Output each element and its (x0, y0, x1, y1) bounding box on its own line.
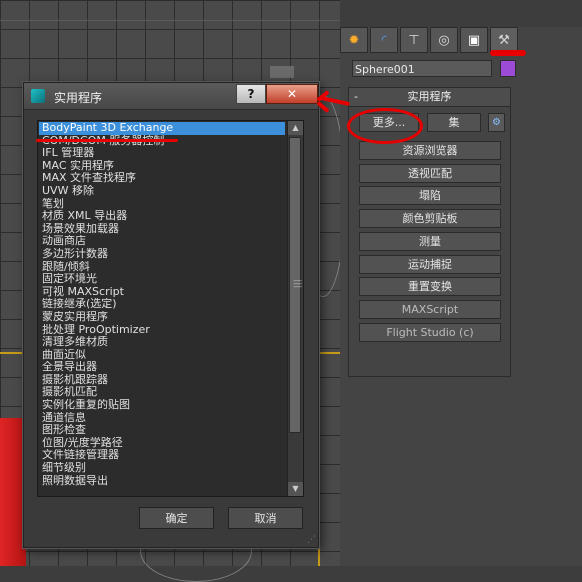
cancel-button[interactable]: 取消 (228, 507, 303, 529)
list-item[interactable]: 细节级别 (39, 462, 285, 475)
object-color-swatch[interactable] (500, 60, 516, 77)
arc-icon: ◜ (381, 32, 387, 48)
list-item[interactable]: IFL 管理器 (39, 147, 285, 160)
list-item[interactable]: UVW 移除 (39, 185, 285, 198)
list-item[interactable]: 批处理 ProOptimizer (39, 324, 285, 337)
list-item[interactable]: 固定环境光 (39, 273, 285, 286)
list-item[interactable]: 笔划 (39, 198, 285, 211)
list-item[interactable]: 跟随/倾斜 (39, 261, 285, 274)
list-item[interactable]: 曲面近似 (39, 349, 285, 362)
grip-icon: — — — (293, 276, 302, 292)
motion-icon: ◎ (438, 32, 450, 48)
viewport-gizmo (270, 66, 294, 78)
list-item[interactable]: 多边形计数器 (39, 248, 285, 261)
scroll-down-icon[interactable]: ▼ (288, 482, 303, 496)
utility-button-collapse[interactable]: 塌陷 (359, 186, 501, 205)
scroll-up-icon[interactable]: ▲ (288, 121, 303, 135)
collapse-icon: - (354, 90, 358, 103)
tab-modify[interactable]: ◜ (370, 27, 398, 53)
display-icon: ▣ (467, 32, 481, 48)
app-icon (31, 89, 45, 103)
configure-button-sets-icon[interactable]: ⚙ (488, 113, 505, 132)
utilities-list: BodyPaint 3D ExchangeCOM/DCOM 服务器控制IFL 管… (39, 122, 285, 487)
utilities-dialog: 实用程序 ? ✕ BodyPaint 3D ExchangeCOM/DCOM 服… (23, 82, 319, 548)
resize-grip-icon[interactable]: ⋰ (307, 535, 316, 545)
object-name-field[interactable]: Sphere001 (352, 60, 492, 77)
utility-button-perspective-match[interactable]: 透视匹配 (359, 164, 501, 183)
help-button[interactable]: ? (236, 84, 266, 104)
list-item[interactable]: 可视 MAXScript (39, 286, 285, 299)
tab-display[interactable]: ▣ (460, 27, 488, 53)
tab-hierarchy[interactable]: ⊤ (400, 27, 428, 53)
list-item[interactable]: 摄影机跟踪器 (39, 374, 285, 387)
list-item[interactable]: 通道信息 (39, 412, 285, 425)
close-icon[interactable]: ✕ (266, 84, 318, 104)
list-item[interactable]: 图形检查 (39, 424, 285, 437)
list-item[interactable]: BodyPaint 3D Exchange (39, 122, 285, 135)
dialog-title: 实用程序 (54, 91, 103, 105)
tab-create[interactable]: ✹ (340, 27, 368, 53)
list-item[interactable]: 蒙皮实用程序 (39, 311, 285, 324)
list-item[interactable]: MAC 实用程序 (39, 160, 285, 173)
utility-button-flight-studio[interactable]: Flight Studio (c) (359, 323, 501, 342)
list-item[interactable]: 材质 XML 导出器 (39, 210, 285, 223)
list-item[interactable]: 动画商店 (39, 235, 285, 248)
list-item[interactable]: MAX 文件查找程序 (39, 172, 285, 185)
list-item[interactable]: 照明数据导出 (39, 475, 285, 488)
list-item[interactable]: 场景效果加载器 (39, 223, 285, 236)
scroll-thumb[interactable]: — — — (289, 137, 302, 433)
utilities-listbox[interactable]: BodyPaint 3D ExchangeCOM/DCOM 服务器控制IFL 管… (37, 120, 304, 497)
annotation-circle-more (347, 108, 423, 144)
list-item[interactable]: 位图/光度学路径 (39, 437, 285, 450)
utility-button-motion-capture[interactable]: 运动捕捉 (359, 255, 501, 274)
utility-button-maxscript[interactable]: MAXScript (359, 300, 501, 319)
list-item[interactable]: 摄影机匹配 (39, 386, 285, 399)
ok-button[interactable]: 确定 (139, 507, 214, 529)
tab-motion[interactable]: ◎ (430, 27, 458, 53)
list-item[interactable]: 文件链接管理器 (39, 449, 285, 462)
utility-button-measure[interactable]: 测量 (359, 232, 501, 251)
utility-button-reset-xform[interactable]: 重置变换 (359, 277, 501, 296)
hammer-icon: ⚒ (498, 32, 510, 48)
list-item[interactable]: 链接继承(选定) (39, 298, 285, 311)
list-item[interactable]: 清理多维材质 (39, 336, 285, 349)
rollout-title: 实用程序 (407, 90, 452, 103)
list-scrollbar[interactable]: ▲ — — — ▼ (287, 121, 303, 496)
sets-button[interactable]: 集 (427, 113, 481, 132)
list-item[interactable]: 实例化重复的贴图 (39, 399, 285, 412)
utility-button-color-clipboard[interactable]: 颜色剪贴板 (359, 209, 501, 228)
dialog-titlebar[interactable]: 实用程序 ? ✕ (24, 83, 318, 110)
annotation-underline-list (36, 139, 178, 142)
list-item[interactable]: 全景导出器 (39, 361, 285, 374)
hierarchy-icon: ⊤ (408, 32, 420, 48)
sun-icon: ✹ (348, 32, 360, 48)
rollout-header[interactable]: - 实用程序 (349, 88, 510, 107)
annotation-underline-tab (490, 50, 526, 56)
